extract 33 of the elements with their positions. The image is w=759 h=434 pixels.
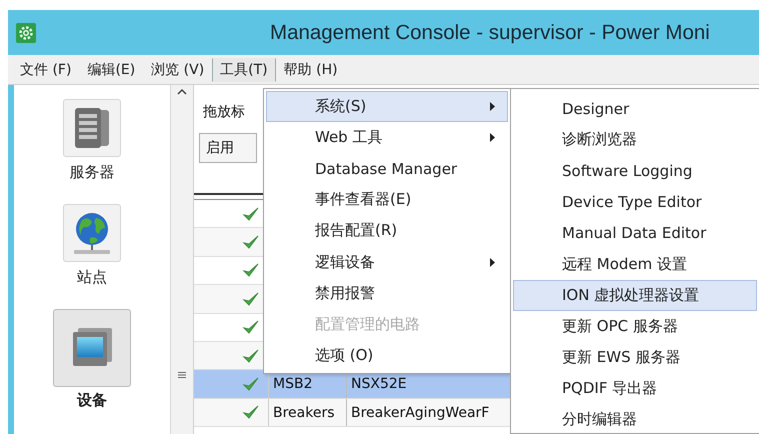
scroll-up-icon[interactable] [177, 88, 187, 95]
filter-label: 拖放标 [202, 103, 245, 122]
splitter-grip-icon[interactable] [178, 371, 186, 379]
menu-item[interactable]: ION 虚拟处理器设置 [513, 280, 757, 311]
menu-item[interactable]: 编辑(E) [79, 58, 144, 82]
filter-field[interactable]: 启用 [199, 133, 257, 163]
menu-item[interactable]: 诊断浏览器 [513, 124, 757, 156]
menu-item[interactable]: 逻辑设备 [266, 246, 508, 278]
menu-item[interactable]: Software Logging [513, 155, 757, 186]
gear-icon [16, 22, 36, 42]
menu-item[interactable]: 更新 EWS 服务器 [513, 342, 757, 373]
menu-item[interactable]: Device Type Editor [513, 186, 757, 218]
menu-item[interactable]: 文件 (F) [12, 58, 80, 82]
menu-item[interactable]: 帮助 (H) [276, 58, 346, 82]
menu-item[interactable]: 事件查看器(E) [266, 184, 508, 216]
menu-item[interactable]: 更新 OPC 服务器 [513, 310, 757, 342]
server-icon [73, 106, 111, 150]
menu-item[interactable]: Manual Data Editor [513, 217, 757, 248]
menu-item[interactable]: 选项 (O) [266, 340, 508, 371]
menu-item[interactable]: 系统(S) [266, 91, 508, 122]
menu-item[interactable]: 工具(T) [212, 58, 276, 82]
menu-item[interactable]: 禁用报警 [266, 278, 508, 309]
scrollbar[interactable] [170, 85, 194, 434]
window-title: Management Console - supervisor - Power Moni [270, 20, 710, 44]
menu-item[interactable]: Database Manager [266, 153, 508, 184]
table-cell-text: BreakerAgingWearF [350, 404, 490, 423]
table-cell-text: NSX52E [350, 375, 408, 394]
menu-item[interactable]: 浏览 (V) [143, 58, 212, 82]
menu-item[interactable]: Designer [513, 93, 757, 124]
menu-item[interactable]: Web 工具 [266, 122, 508, 154]
table-cell: Breakers [269, 398, 347, 426]
menu-item[interactable]: 报告配置(R) [266, 215, 508, 246]
menu-item[interactable]: 远程 Modem 设置 [513, 248, 757, 280]
